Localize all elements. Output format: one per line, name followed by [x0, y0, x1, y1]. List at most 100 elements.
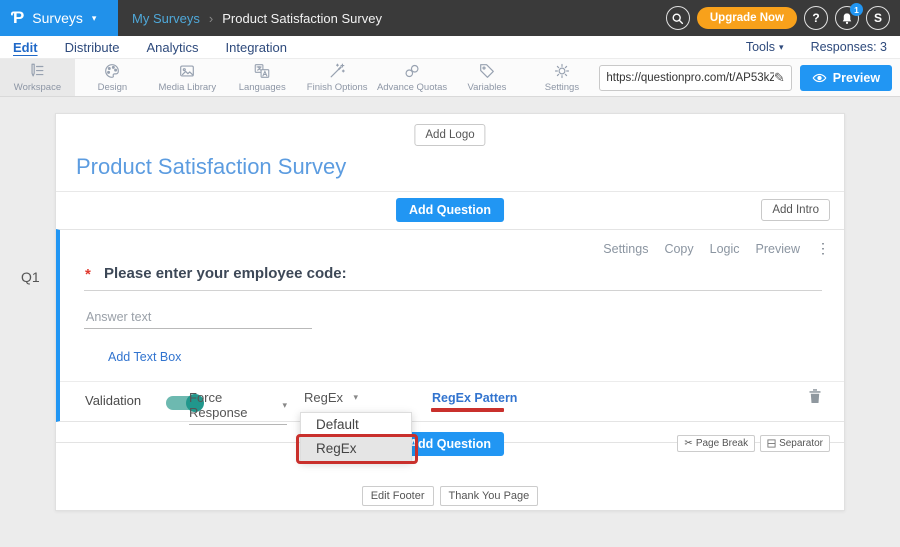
add-question-button-top[interactable]: Add Question: [396, 198, 504, 222]
menu-option-regex[interactable]: RegEx: [301, 436, 411, 461]
tab-integration[interactable]: Integration: [226, 40, 287, 55]
tab-distribute[interactable]: Distribute: [65, 40, 120, 55]
answer-text-input[interactable]: [84, 306, 312, 329]
toolbar-item-variables[interactable]: Variables: [450, 59, 525, 96]
chevron-down-icon: ▾: [779, 42, 784, 53]
force-response-label: Force Response: [189, 390, 282, 420]
question-logic-link[interactable]: Logic: [710, 242, 740, 256]
image-icon: [178, 62, 196, 80]
breadcrumb-separator-icon: ›: [209, 11, 213, 26]
toolbar-item-label: Advance Quotas: [377, 82, 447, 93]
scissors-icon: ✂: [684, 438, 692, 449]
toolbar-item-label: Media Library: [159, 82, 217, 93]
breadcrumb-current-survey: Product Satisfaction Survey: [222, 11, 382, 26]
validation-type-dropdown[interactable]: RegEx ▾: [304, 390, 358, 405]
survey-navbar: Edit Distribute Analytics Integration To…: [0, 36, 900, 58]
survey-url-box: ✎: [599, 65, 791, 91]
kebab-menu-icon[interactable]: ⋮: [816, 240, 830, 257]
add-text-box-link[interactable]: Add Text Box: [108, 350, 181, 364]
upgrade-now-button[interactable]: Upgrade Now: [697, 7, 797, 29]
surveys-menu-label: Surveys: [32, 10, 83, 26]
chevron-down-icon: ▾: [282, 400, 287, 411]
preview-label: Preview: [833, 71, 880, 85]
questionpro-logo-icon: Ƥ: [11, 8, 24, 28]
toolbar-item-media-library[interactable]: Media Library: [150, 59, 225, 96]
toolbar-item-label: Finish Options: [307, 82, 368, 93]
survey-title[interactable]: Product Satisfaction Survey: [76, 154, 346, 180]
toolbar-item-label: Settings: [545, 82, 579, 93]
add-intro-button[interactable]: Add Intro: [761, 199, 830, 221]
delete-question-button[interactable]: [808, 388, 822, 404]
question-text[interactable]: Please enter your employee code:: [104, 265, 347, 282]
thank-you-page-button[interactable]: Thank You Page: [440, 486, 539, 506]
navbar-right: Tools ▾ Responses: 3: [746, 40, 887, 54]
toolbar-item-label: Workspace: [14, 82, 61, 93]
questionpro-app: Ƥ Surveys ▾ My Surveys › Product Satisfa…: [0, 0, 900, 547]
regex-pattern-link[interactable]: RegEx Pattern: [432, 391, 517, 405]
gear-icon: [553, 62, 571, 80]
question-number: Q1: [21, 269, 40, 285]
separator-icon: [767, 439, 776, 448]
edit-footer-button[interactable]: Edit Footer: [362, 486, 434, 506]
validation-type-menu: Default RegEx: [300, 412, 412, 462]
force-response-dropdown[interactable]: Force Response ▾: [189, 390, 287, 425]
chevron-down-icon: ▾: [92, 13, 97, 24]
add-question-button-bottom[interactable]: Add Question: [396, 432, 504, 456]
topbar-actions: Upgrade Now ? 1 S: [666, 6, 890, 30]
question-block: Settings Copy Logic Preview ⋮ * Please e…: [56, 229, 844, 422]
annotation-underline: [431, 408, 504, 412]
notifications-button[interactable]: 1: [835, 6, 859, 30]
page-break-button[interactable]: ✂ Page Break: [677, 435, 755, 452]
menu-option-regex-label: RegEx: [316, 441, 357, 456]
toolbar-item-workspace[interactable]: Workspace: [0, 59, 75, 96]
validation-type-value: RegEx: [304, 390, 343, 405]
question-text-underline: [84, 290, 822, 291]
workspace-icon: [28, 62, 46, 80]
surveys-menu[interactable]: Ƥ Surveys ▾: [0, 0, 118, 36]
toolbar-item-design[interactable]: Design: [75, 59, 150, 96]
toolbar-item-advance-quotas[interactable]: Advance Quotas: [375, 59, 450, 96]
survey-editor-main: Q1 Add Logo Product Satisfaction Survey …: [0, 97, 900, 547]
search-button[interactable]: [666, 6, 690, 30]
search-icon: [671, 12, 684, 25]
tag-icon: [478, 62, 496, 80]
edit-url-icon[interactable]: ✎: [774, 70, 785, 86]
tools-dropdown[interactable]: Tools ▾: [746, 40, 784, 54]
chain-links-icon: [403, 62, 421, 80]
toolbar-item-label: Languages: [239, 82, 286, 93]
help-button[interactable]: ?: [804, 6, 828, 30]
required-asterisk: *: [85, 266, 91, 283]
topbar: Ƥ Surveys ▾ My Surveys › Product Satisfa…: [0, 0, 900, 36]
tools-label: Tools: [746, 40, 775, 54]
add-logo-button[interactable]: Add Logo: [414, 124, 485, 146]
toolbar-item-settings[interactable]: Settings: [524, 59, 599, 96]
separator-button[interactable]: Separator: [760, 435, 830, 452]
question-actions: Settings Copy Logic Preview ⋮: [603, 240, 830, 257]
breadcrumb-my-surveys[interactable]: My Surveys: [132, 11, 200, 26]
preview-button[interactable]: Preview: [800, 65, 892, 91]
card-footer: Edit Footer Thank You Page: [56, 486, 844, 506]
notification-badge: 1: [850, 3, 863, 16]
insert-controls: ✂ Page Break Separator: [677, 435, 830, 452]
editor-toolbar: Workspace Design Media Library Languages…: [0, 58, 900, 97]
question-settings-link[interactable]: Settings: [603, 242, 648, 256]
account-avatar[interactable]: S: [866, 6, 890, 30]
help-icon: ?: [812, 11, 819, 25]
menu-option-default[interactable]: Default: [301, 413, 411, 436]
page-break-label: Page Break: [696, 438, 748, 449]
question-preview-link[interactable]: Preview: [756, 242, 800, 256]
question-copy-link[interactable]: Copy: [664, 242, 693, 256]
eye-icon: [812, 72, 827, 84]
toolbar-item-label: Design: [98, 82, 128, 93]
toolbar-item-languages[interactable]: Languages: [225, 59, 300, 96]
tab-analytics[interactable]: Analytics: [146, 40, 198, 55]
trash-icon: [808, 388, 822, 404]
survey-url-input[interactable]: [606, 72, 774, 84]
divider: [56, 191, 844, 192]
avatar-initial: S: [874, 11, 882, 25]
toolbar-item-finish-options[interactable]: Finish Options: [300, 59, 375, 96]
responses-count[interactable]: Responses: 3: [811, 40, 887, 54]
tab-edit[interactable]: Edit: [13, 40, 38, 55]
palette-icon: [103, 62, 121, 80]
magic-wand-icon: [328, 62, 346, 80]
